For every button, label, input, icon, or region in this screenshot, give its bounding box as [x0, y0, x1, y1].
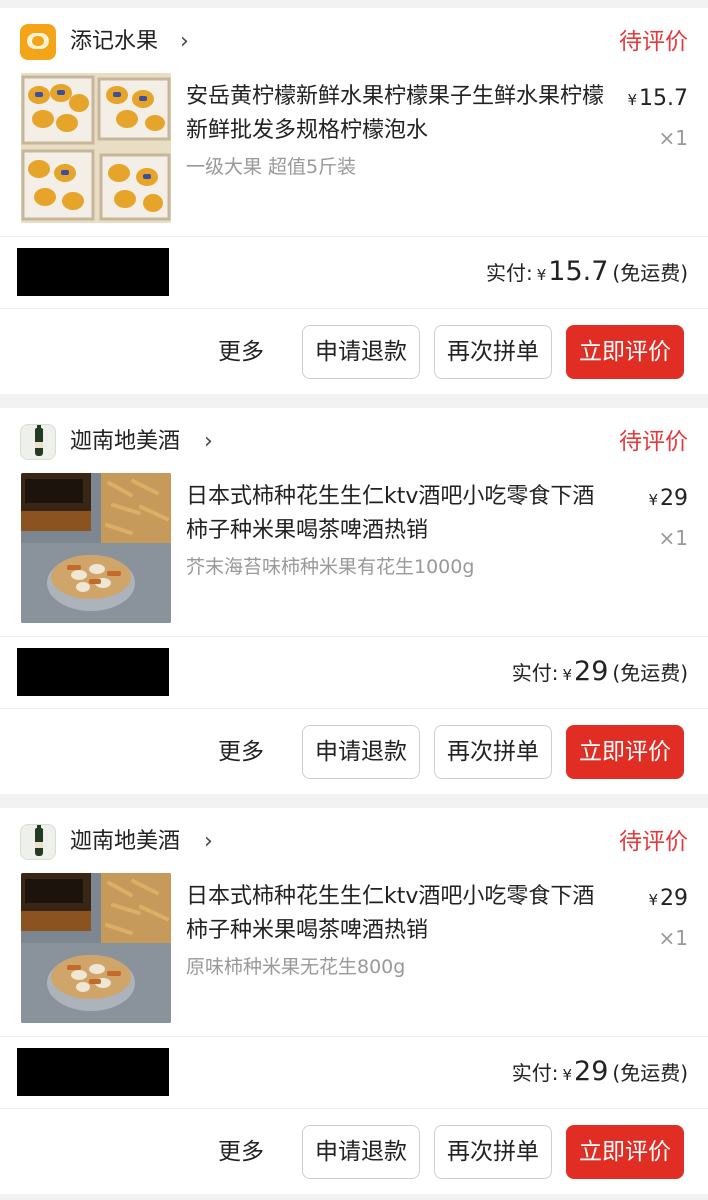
review-now-button[interactable]: 立即评价 — [566, 1125, 684, 1179]
currency-symbol: ¥ — [536, 266, 547, 284]
request-refund-button[interactable]: 申请退款 — [302, 725, 420, 779]
price-value: 29 — [660, 486, 688, 511]
wine-shop-logo-icon — [20, 824, 56, 860]
chevron-right-icon[interactable]: › — [204, 426, 213, 458]
product-title[interactable]: 日本式柿种花生生仁ktv酒吧小吃零食下酒柿子种米果喝茶啤酒热销 — [186, 880, 616, 948]
product-image-snacks[interactable] — [21, 473, 171, 623]
order-list: 添记水果 › 待评价 安岳黄柠檬新鲜水果柠檬果子生鲜水果柠檬新鲜批发多规格柠檬泡… — [0, 0, 708, 1194]
chevron-right-icon[interactable]: › — [204, 826, 213, 858]
paid-total: 实付: ¥29 (免运费) — [512, 1054, 688, 1093]
shipping-note: (免运费) — [612, 661, 688, 685]
order-status: 待评价 — [619, 29, 688, 55]
order-status: 待评价 — [619, 829, 688, 855]
divider — [0, 236, 708, 237]
shop-header[interactable]: 添记水果 › 待评价 — [20, 24, 688, 60]
shipping-note: (免运费) — [612, 261, 688, 285]
product-spec: 原味柿种米果无花生800g — [186, 956, 406, 978]
redacted-block — [17, 648, 169, 696]
product-image-snacks[interactable] — [21, 873, 171, 1023]
wine-shop-logo-icon — [20, 424, 56, 460]
rebuy-button[interactable]: 再次拼单 — [434, 325, 552, 379]
review-now-button[interactable]: 立即评价 — [566, 325, 684, 379]
currency-symbol: ¥ — [648, 891, 658, 909]
order-actions: 更多 申请退款 再次拼单 立即评价 — [218, 1124, 684, 1180]
chevron-right-icon[interactable]: › — [180, 26, 189, 58]
product-price: ¥29 — [648, 484, 688, 515]
product-quantity: ×1 — [658, 526, 688, 550]
shop-header[interactable]: 迦南地美酒 › 待评价 — [20, 824, 688, 860]
product-title[interactable]: 安岳黄柠檬新鲜水果柠檬果子生鲜水果柠檬新鲜批发多规格柠檬泡水 — [186, 80, 616, 148]
order-actions: 更多 申请退款 再次拼单 立即评价 — [218, 724, 684, 780]
order-card: 迦南地美酒 › 待评价 日本式柿种花生生仁ktv酒吧小吃零食下酒柿子种米果喝茶啤… — [0, 808, 708, 1194]
request-refund-button[interactable]: 申请退款 — [302, 325, 420, 379]
more-button[interactable]: 更多 — [218, 724, 264, 780]
divider — [0, 308, 708, 309]
product-price: ¥29 — [648, 884, 688, 915]
shop-name[interactable]: 迦南地美酒 — [70, 426, 180, 458]
rebuy-button[interactable]: 再次拼单 — [434, 1125, 552, 1179]
currency-symbol: ¥ — [627, 91, 638, 109]
paid-amount: 29 — [574, 656, 609, 687]
paid-amount: 15.7 — [548, 256, 609, 287]
paid-label: 实付: — [511, 1061, 559, 1085]
fruit-shop-logo-icon — [20, 24, 56, 60]
rebuy-button[interactable]: 再次拼单 — [434, 725, 552, 779]
request-refund-button[interactable]: 申请退款 — [302, 1125, 420, 1179]
product-quantity: ×1 — [658, 126, 688, 150]
price-value: 15.7 — [639, 86, 688, 111]
paid-total: 实付: ¥29 (免运费) — [512, 654, 688, 693]
order-actions: 更多 申请退款 再次拼单 立即评价 — [218, 324, 684, 380]
currency-symbol: ¥ — [562, 666, 573, 684]
paid-label: 实付: — [511, 661, 559, 685]
more-button[interactable]: 更多 — [218, 1124, 264, 1180]
divider — [0, 1108, 708, 1109]
paid-label: 实付: — [485, 261, 533, 285]
product-price: ¥15.7 — [627, 84, 688, 115]
redacted-block — [17, 248, 169, 296]
more-button[interactable]: 更多 — [218, 324, 264, 380]
shop-name[interactable]: 迦南地美酒 — [70, 826, 180, 858]
order-card: 添记水果 › 待评价 安岳黄柠檬新鲜水果柠檬果子生鲜水果柠檬新鲜批发多规格柠檬泡… — [0, 8, 708, 394]
product-image-lemons[interactable] — [21, 73, 171, 223]
product-quantity: ×1 — [658, 926, 688, 950]
divider — [0, 708, 708, 709]
review-now-button[interactable]: 立即评价 — [566, 725, 684, 779]
product-spec: 一级大果 超值5斤装 — [186, 156, 357, 178]
paid-amount: 29 — [574, 1056, 609, 1087]
currency-symbol: ¥ — [648, 491, 658, 509]
divider — [0, 636, 708, 637]
shop-header[interactable]: 迦南地美酒 › 待评价 — [20, 424, 688, 460]
order-status: 待评价 — [619, 429, 688, 455]
paid-total: 实付: ¥15.7 (免运费) — [486, 254, 688, 293]
order-card: 迦南地美酒 › 待评价 日本式柿种花生生仁ktv酒吧小吃零食下酒柿子种米果喝茶啤… — [0, 408, 708, 794]
shipping-note: (免运费) — [612, 1061, 688, 1085]
currency-symbol: ¥ — [562, 1066, 573, 1084]
redacted-block — [17, 1048, 169, 1096]
product-spec: 芥末海苔味柿种米果有花生1000g — [186, 556, 475, 578]
price-value: 29 — [660, 886, 688, 911]
shop-name[interactable]: 添记水果 — [70, 26, 158, 58]
product-title[interactable]: 日本式柿种花生生仁ktv酒吧小吃零食下酒柿子种米果喝茶啤酒热销 — [186, 480, 616, 548]
divider — [0, 1036, 708, 1037]
